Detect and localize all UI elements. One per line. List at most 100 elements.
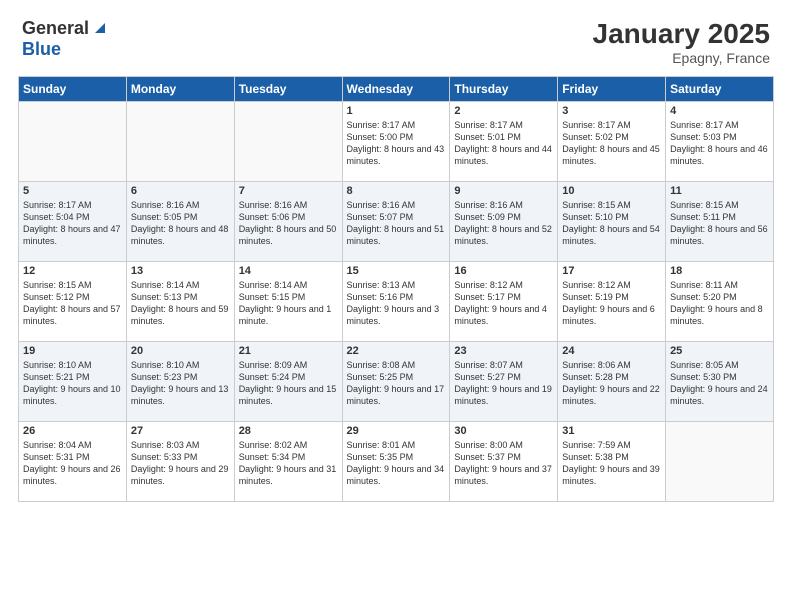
day-number: 10 — [562, 185, 661, 197]
location-subtitle: Epagny, France — [593, 50, 770, 66]
page-header: General Blue January 2025 Epagny, France — [10, 10, 782, 70]
logo-general-text: General — [22, 18, 89, 39]
calendar-table: SundayMondayTuesdayWednesdayThursdayFrid… — [18, 76, 774, 502]
day-info: Sunrise: 8:14 AM Sunset: 5:15 PM Dayligh… — [239, 279, 338, 328]
day-number: 3 — [562, 105, 661, 117]
calendar-cell: 14 Sunrise: 8:14 AM Sunset: 5:15 PM Dayli… — [234, 262, 342, 342]
calendar-week-row: 12 Sunrise: 8:15 AM Sunset: 5:12 PM Dayli… — [19, 262, 774, 342]
calendar-cell: 28 Sunrise: 8:02 AM Sunset: 5:34 PM Dayli… — [234, 422, 342, 502]
calendar-cell: 17Sunrise: 8:12 AM Sunset: 5:19 PM Dayli… — [558, 262, 666, 342]
day-number: 20 — [131, 345, 230, 357]
day-info: Sunrise: 8:10 AM Sunset: 5:21 PM Dayligh… — [23, 359, 122, 408]
calendar-week-row: 19 Sunrise: 8:10 AM Sunset: 5:21 PM Dayli… — [19, 342, 774, 422]
calendar-cell: 10 Sunrise: 8:15 AM Sunset: 5:10 PM Dayli… — [558, 182, 666, 262]
day-info: Sunrise: 8:17 AM Sunset: 5:02 PM Dayligh… — [562, 119, 661, 168]
calendar-cell: 7 Sunrise: 8:16 AM Sunset: 5:06 PM Daylig… — [234, 182, 342, 262]
day-number: 6 — [131, 185, 230, 197]
calendar-cell: 8 Sunrise: 8:16 AM Sunset: 5:07 PM Daylig… — [342, 182, 450, 262]
calendar-cell — [234, 102, 342, 182]
weekday-header-monday: Monday — [126, 77, 234, 102]
calendar-cell: 6 Sunrise: 8:16 AM Sunset: 5:05 PM Daylig… — [126, 182, 234, 262]
calendar-cell: 31 Sunrise: 7:59 AM Sunset: 5:38 PM Dayli… — [558, 422, 666, 502]
day-number: 14 — [239, 265, 338, 277]
calendar-cell: 21Sunrise: 8:09 AM Sunset: 5:24 PM Dayli… — [234, 342, 342, 422]
day-number: 31 — [562, 425, 661, 437]
day-info: Sunrise: 8:14 AM Sunset: 5:13 PM Dayligh… — [131, 279, 230, 328]
day-info: Sunrise: 8:01 AM Sunset: 5:35 PM Dayligh… — [347, 439, 446, 488]
calendar-week-row: 26 Sunrise: 8:04 AM Sunset: 5:31 PM Dayli… — [19, 422, 774, 502]
day-info: Sunrise: 8:00 AM Sunset: 5:37 PM Dayligh… — [454, 439, 553, 488]
day-number: 12 — [23, 265, 122, 277]
calendar-cell: 22 Sunrise: 8:08 AM Sunset: 5:25 PM Dayli… — [342, 342, 450, 422]
calendar-cell: 29 Sunrise: 8:01 AM Sunset: 5:35 PM Dayli… — [342, 422, 450, 502]
day-number: 9 — [454, 185, 553, 197]
day-info: Sunrise: 8:16 AM Sunset: 5:05 PM Dayligh… — [131, 199, 230, 248]
logo-triangle-icon — [91, 19, 109, 37]
day-info: Sunrise: 8:12 AM Sunset: 5:19 PM Dayligh… — [562, 279, 661, 328]
day-info: Sunrise: 8:04 AM Sunset: 5:31 PM Dayligh… — [23, 439, 122, 488]
calendar-cell: 23 Sunrise: 8:07 AM Sunset: 5:27 PM Dayli… — [450, 342, 558, 422]
day-number: 13 — [131, 265, 230, 277]
logo-blue-text: Blue — [22, 39, 61, 59]
day-number: 26 — [23, 425, 122, 437]
month-year-title: January 2025 — [593, 18, 770, 50]
logo: General Blue — [22, 18, 109, 60]
day-info: Sunrise: 8:12 AM Sunset: 5:17 PM Dayligh… — [454, 279, 553, 328]
weekday-header-tuesday: Tuesday — [234, 77, 342, 102]
day-number: 25 — [670, 345, 769, 357]
day-number: 28 — [239, 425, 338, 437]
day-number: 7 — [239, 185, 338, 197]
calendar-week-row: 1Sunrise: 8:17 AM Sunset: 5:00 PM Daylig… — [19, 102, 774, 182]
day-number: 27 — [131, 425, 230, 437]
day-number: 21 — [239, 345, 338, 357]
calendar-cell: 13 Sunrise: 8:14 AM Sunset: 5:13 PM Dayli… — [126, 262, 234, 342]
calendar-week-row: 5Sunrise: 8:17 AM Sunset: 5:04 PM Daylig… — [19, 182, 774, 262]
day-number: 2 — [454, 105, 553, 117]
day-number: 19 — [23, 345, 122, 357]
calendar-cell: 24Sunrise: 8:06 AM Sunset: 5:28 PM Dayli… — [558, 342, 666, 422]
calendar-cell: 1Sunrise: 8:17 AM Sunset: 5:00 PM Daylig… — [342, 102, 450, 182]
calendar-cell — [19, 102, 127, 182]
calendar-cell: 26 Sunrise: 8:04 AM Sunset: 5:31 PM Dayli… — [19, 422, 127, 502]
day-info: Sunrise: 8:16 AM Sunset: 5:07 PM Dayligh… — [347, 199, 446, 248]
day-number: 15 — [347, 265, 446, 277]
day-info: Sunrise: 8:16 AM Sunset: 5:06 PM Dayligh… — [239, 199, 338, 248]
day-info: Sunrise: 8:10 AM Sunset: 5:23 PM Dayligh… — [131, 359, 230, 408]
day-info: Sunrise: 8:15 AM Sunset: 5:12 PM Dayligh… — [23, 279, 122, 328]
weekday-header-saturday: Saturday — [666, 77, 774, 102]
calendar-cell: 12 Sunrise: 8:15 AM Sunset: 5:12 PM Dayli… — [19, 262, 127, 342]
day-info: Sunrise: 8:13 AM Sunset: 5:16 PM Dayligh… — [347, 279, 446, 328]
day-info: Sunrise: 8:17 AM Sunset: 5:03 PM Dayligh… — [670, 119, 769, 168]
day-info: Sunrise: 8:02 AM Sunset: 5:34 PM Dayligh… — [239, 439, 338, 488]
day-info: Sunrise: 8:17 AM Sunset: 5:04 PM Dayligh… — [23, 199, 122, 248]
calendar-cell: 19 Sunrise: 8:10 AM Sunset: 5:21 PM Dayli… — [19, 342, 127, 422]
calendar-cell: 16Sunrise: 8:12 AM Sunset: 5:17 PM Dayli… — [450, 262, 558, 342]
day-info: Sunrise: 8:11 AM Sunset: 5:20 PM Dayligh… — [670, 279, 769, 328]
calendar-cell: 11Sunrise: 8:15 AM Sunset: 5:11 PM Dayli… — [666, 182, 774, 262]
weekday-header-sunday: Sunday — [19, 77, 127, 102]
day-number: 22 — [347, 345, 446, 357]
day-info: Sunrise: 8:08 AM Sunset: 5:25 PM Dayligh… — [347, 359, 446, 408]
day-number: 4 — [670, 105, 769, 117]
calendar-cell: 27Sunrise: 8:03 AM Sunset: 5:33 PM Dayli… — [126, 422, 234, 502]
day-info: Sunrise: 8:15 AM Sunset: 5:10 PM Dayligh… — [562, 199, 661, 248]
day-number: 8 — [347, 185, 446, 197]
day-number: 11 — [670, 185, 769, 197]
calendar-cell: 30Sunrise: 8:00 AM Sunset: 5:37 PM Dayli… — [450, 422, 558, 502]
weekday-header-friday: Friday — [558, 77, 666, 102]
calendar-cell: 20 Sunrise: 8:10 AM Sunset: 5:23 PM Dayli… — [126, 342, 234, 422]
day-number: 1 — [347, 105, 446, 117]
calendar-cell — [126, 102, 234, 182]
day-number: 23 — [454, 345, 553, 357]
day-info: Sunrise: 8:17 AM Sunset: 5:01 PM Dayligh… — [454, 119, 553, 168]
day-info: Sunrise: 8:07 AM Sunset: 5:27 PM Dayligh… — [454, 359, 553, 408]
calendar-cell: 15 Sunrise: 8:13 AM Sunset: 5:16 PM Dayli… — [342, 262, 450, 342]
calendar-cell: 9Sunrise: 8:16 AM Sunset: 5:09 PM Daylig… — [450, 182, 558, 262]
day-info: Sunrise: 7:59 AM Sunset: 5:38 PM Dayligh… — [562, 439, 661, 488]
day-number: 29 — [347, 425, 446, 437]
calendar-cell — [666, 422, 774, 502]
calendar-cell: 4 Sunrise: 8:17 AM Sunset: 5:03 PM Daylig… — [666, 102, 774, 182]
calendar-cell: 18Sunrise: 8:11 AM Sunset: 5:20 PM Dayli… — [666, 262, 774, 342]
calendar-cell: 2 Sunrise: 8:17 AM Sunset: 5:01 PM Daylig… — [450, 102, 558, 182]
day-info: Sunrise: 8:06 AM Sunset: 5:28 PM Dayligh… — [562, 359, 661, 408]
